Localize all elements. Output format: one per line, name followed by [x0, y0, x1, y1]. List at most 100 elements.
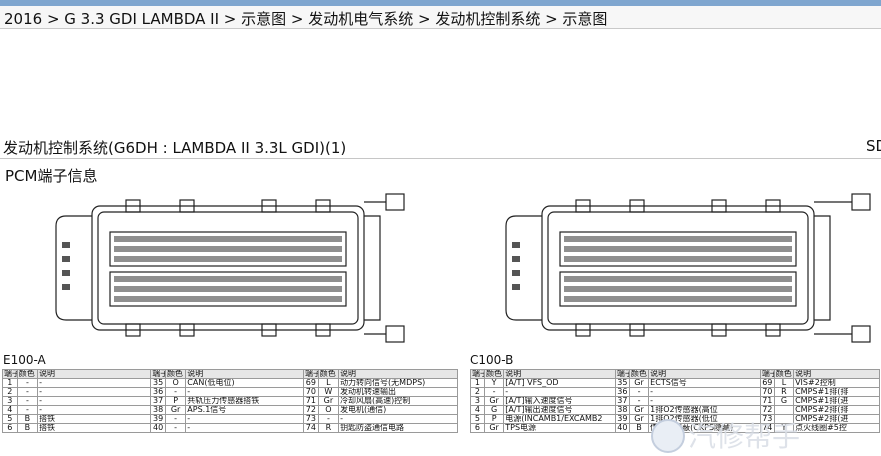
- header-pin: 端子: [470, 369, 485, 379]
- wire-color: R: [317, 423, 340, 433]
- wire-color: O: [317, 405, 340, 415]
- pin-number: 3: [2, 396, 18, 406]
- wire-color: P: [164, 396, 187, 406]
- table-row: 3- -37 P 共轨压力传感器搭铁 71 Gr 冷却风扇(高速)控制: [2, 396, 458, 406]
- wire-color: W: [317, 387, 340, 397]
- table-row: 6 Gr TPS电源 40 B 传感器屏蔽(CKPS隐藏) 74 Y 点火线圈#5控: [470, 423, 880, 433]
- pin-description: [A/T]输出速度信号: [503, 405, 616, 415]
- wire-color: G: [773, 396, 795, 406]
- header-pin: 端子: [614, 369, 630, 379]
- header-color: 颜色: [628, 369, 650, 379]
- pin-number: 36: [614, 387, 630, 397]
- header-desc: 说明: [37, 369, 152, 379]
- pin-description: 电源(INCAMB1/EXCAMB2: [503, 414, 616, 424]
- header-color: 颜色: [164, 369, 187, 379]
- header-pin: 端子: [759, 369, 775, 379]
- pin-description: 1排O2传感器(低位: [648, 414, 761, 424]
- pin-number: 1: [2, 378, 18, 388]
- pin-number: 35: [150, 378, 166, 388]
- pin-description: -: [338, 414, 458, 424]
- pin-description: 1排O2传感器(高位: [648, 405, 761, 415]
- wire-color: -: [16, 378, 39, 388]
- pin-number: 3: [470, 396, 485, 406]
- wire-color: B: [628, 423, 650, 433]
- pin-number: 73: [303, 414, 319, 424]
- pin-number: 39: [150, 414, 166, 424]
- pin-table-b: 端子 颜色 说明 端子 颜色 说明 端子 颜色 说明 1Y[A/T] VFS_O…: [470, 369, 880, 433]
- pin-description: 发电机(通信): [338, 405, 458, 415]
- wire-color: B: [16, 423, 39, 433]
- header-pin: 端子: [303, 369, 319, 379]
- breadcrumb: 2016 > G 3.3 GDI LAMBDA II > 示意图 > 发动机电气…: [0, 6, 881, 29]
- pin-description: CMPS#1排(排: [793, 387, 880, 397]
- header-desc: 说明: [338, 369, 458, 379]
- pin-description: -: [185, 387, 304, 397]
- table-row: 4- -38 Gr APS.1信号 72 O 发电机(通信): [2, 405, 458, 415]
- pin-number: 72: [759, 405, 775, 415]
- header-desc: 说明: [648, 369, 761, 379]
- wire-color: L: [317, 378, 340, 388]
- pin-number: 2: [470, 387, 485, 397]
- wire-color: Gr: [483, 396, 505, 406]
- header-pin: 端子: [2, 369, 18, 379]
- pin-number: 39: [614, 414, 630, 424]
- table-row: 5 P 电源(INCAMB1/EXCAMB2 39 Gr 1排O2传感器(低位 73 CMPS…: [470, 414, 880, 424]
- pin-number: 71: [303, 396, 319, 406]
- table-row: 4 G [A/T]输出速度信号 38 Gr 1排O2传感器(高位 72 CMPS#2排(排: [470, 405, 880, 415]
- pin-description: 钥匙防盗通信电路: [338, 423, 458, 433]
- wire-color: G: [483, 405, 505, 415]
- pin-number: 40: [614, 423, 630, 433]
- connector-diagram-b: [505, 193, 871, 343]
- pin-number: 37: [614, 396, 630, 406]
- connector-label-b: C100-B: [470, 353, 514, 367]
- wire-color: -: [16, 405, 39, 415]
- pin-number: 70: [303, 387, 319, 397]
- wire-color: P: [483, 414, 505, 424]
- pin-number: 6: [470, 423, 485, 433]
- table-header-row: 端子 颜色 说明 端子 颜色 说明 端子 颜色 说明: [470, 369, 880, 379]
- table-row: 1 Y [A/T] VFS_OD 35 Gr ECTS信号 69 L VIS#2控制: [470, 378, 880, 388]
- pin-description: 传感器屏蔽(CKPS隐藏): [648, 423, 761, 433]
- wire-color: -: [628, 387, 650, 397]
- pin-description: CMPS#1排(进: [793, 396, 880, 406]
- wire-color: Gr: [628, 405, 650, 415]
- pin-description: [A/T] VFS_OD: [503, 378, 616, 388]
- wire-color: [773, 414, 795, 424]
- pin-description: 共轨压力传感器搭铁: [185, 396, 304, 406]
- wire-color: -: [164, 423, 187, 433]
- wire-color: Gr: [628, 378, 650, 388]
- breadcrumb-text[interactable]: 2016 > G 3.3 GDI LAMBDA II > 示意图 > 发动机电气…: [4, 8, 607, 29]
- pin-description: TPS电源: [503, 423, 616, 433]
- pin-number: 6: [2, 423, 18, 433]
- page-title-bar: 发动机控制系统(G6DH : LAMBDA II 3.3L GDI)(1) SD: [0, 136, 881, 159]
- wire-color: [773, 405, 795, 415]
- wire-color: O: [164, 378, 187, 388]
- header-desc: 说明: [185, 369, 304, 379]
- pin-description: -: [648, 387, 761, 397]
- pin-number: 71: [759, 396, 775, 406]
- pin-number: 35: [614, 378, 630, 388]
- header-desc: 说明: [503, 369, 616, 379]
- pin-number: 5: [470, 414, 485, 424]
- pin-description: CAN(低电位): [185, 378, 304, 388]
- pin-description: 发动机转速输出: [338, 387, 458, 397]
- wire-color: R: [773, 387, 795, 397]
- table-row: 3 Gr [A/T]输入速度信号 37- -71 G CMPS#1排(进: [470, 396, 880, 406]
- header-color: 颜色: [16, 369, 39, 379]
- pin-description: -: [37, 396, 152, 406]
- pin-number: 38: [614, 405, 630, 415]
- wire-color: -: [317, 414, 340, 424]
- pin-number: 69: [303, 378, 319, 388]
- wire-color: Gr: [317, 396, 340, 406]
- wire-color: -: [164, 387, 187, 397]
- wire-color: B: [16, 414, 39, 424]
- pin-description: [A/T]输入速度信号: [503, 396, 616, 406]
- header-color: 颜色: [483, 369, 505, 379]
- table-row: 2- -36- -70 W 发动机转速输出: [2, 387, 458, 397]
- section-title: PCM端子信息: [5, 167, 98, 185]
- wire-color: -: [164, 414, 187, 424]
- header-desc: 说明: [793, 369, 880, 379]
- pin-description: -: [37, 378, 152, 388]
- pin-number: 40: [150, 423, 166, 433]
- pin-number: 4: [2, 405, 18, 415]
